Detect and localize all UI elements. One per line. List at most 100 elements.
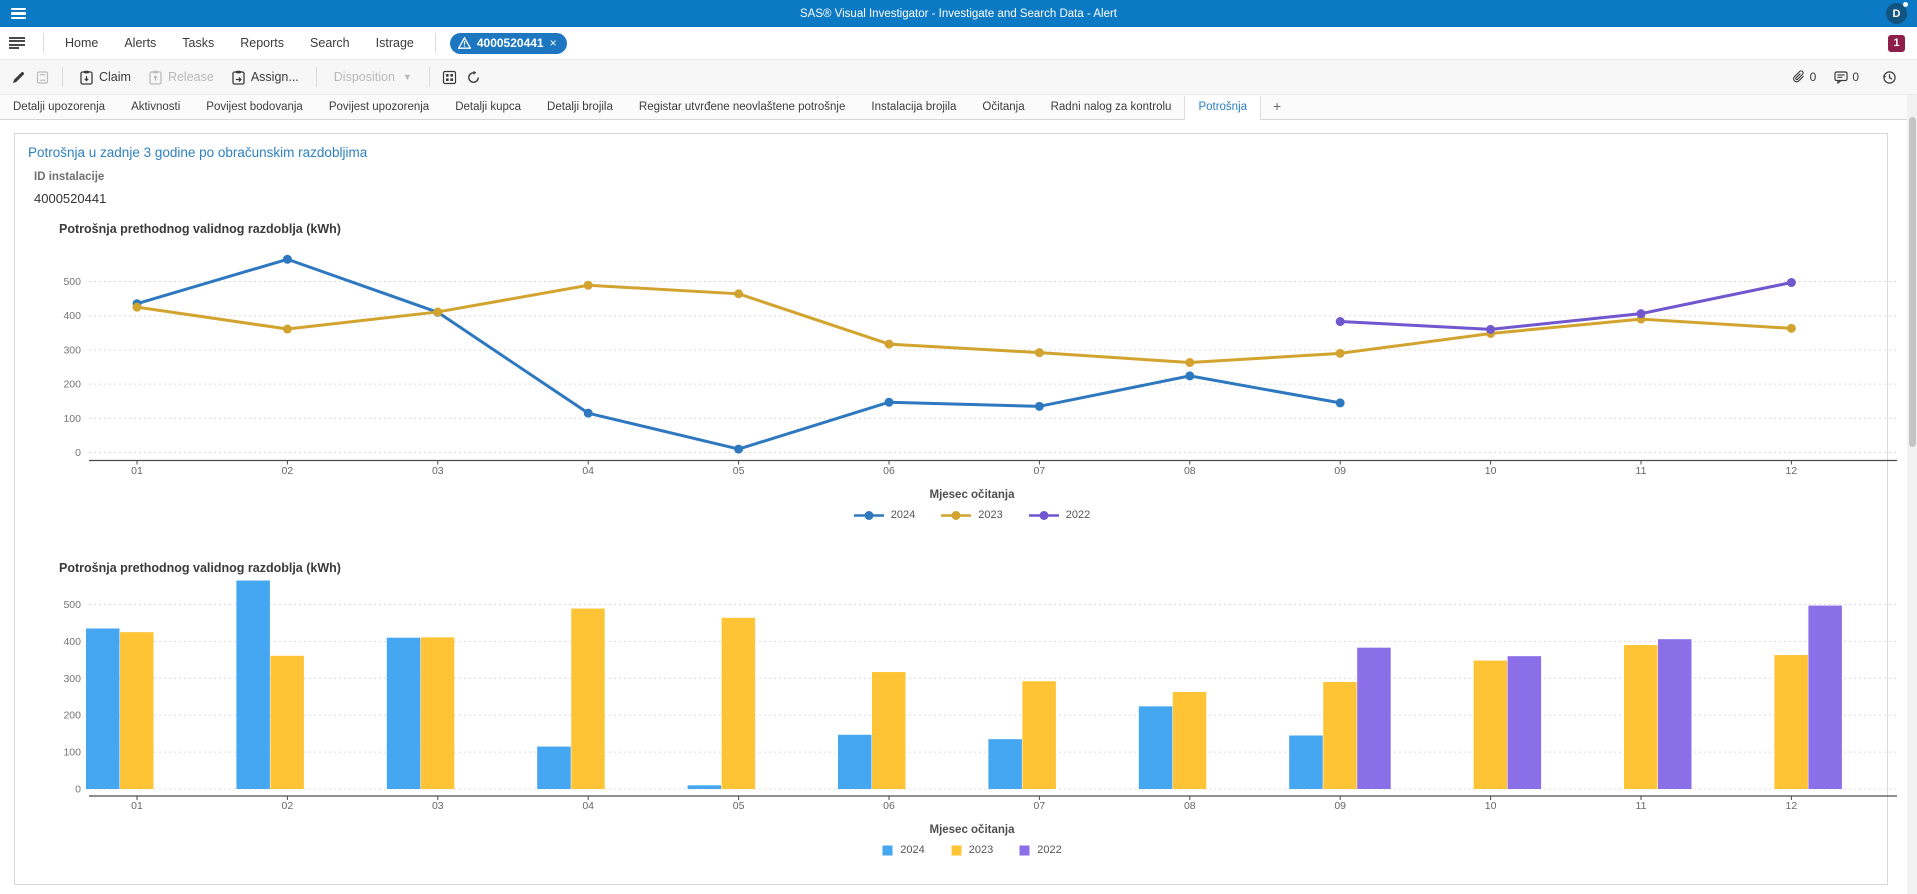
alert-tab-close-icon[interactable]: × xyxy=(550,37,557,49)
line-chart: 0100200300400500010203040506070809101112 xyxy=(41,238,1903,487)
alert-toolbar: Claim Release Assign... Disposition ▼ 0 xyxy=(0,60,1917,95)
legend-item-2022[interactable]: 2022 xyxy=(1019,844,1061,856)
nav-item-reports[interactable]: Reports xyxy=(227,36,297,50)
divider xyxy=(43,33,44,53)
svg-text:02: 02 xyxy=(282,465,294,477)
svg-text:02: 02 xyxy=(282,800,294,812)
release-label: Release xyxy=(168,70,214,84)
consumption-panel: Potrošnja u zadnje 3 godine po obračunsk… xyxy=(14,133,1888,885)
nav-item-istrage[interactable]: Istrage xyxy=(363,36,427,50)
svg-text:300: 300 xyxy=(63,673,81,685)
legend-label: 2023 xyxy=(969,844,993,856)
nav-item-tasks[interactable]: Tasks xyxy=(169,36,227,50)
tab-aktivnosti[interactable]: Aktivnosti xyxy=(118,96,193,119)
legend-item-2023[interactable]: 2023 xyxy=(941,509,1002,521)
assign-button[interactable]: Assign... xyxy=(223,70,308,85)
add-tab-button[interactable]: + xyxy=(1261,95,1293,119)
svg-text:10: 10 xyxy=(1485,465,1497,477)
notification-badge[interactable]: 1 xyxy=(1888,35,1905,52)
nav-item-alerts[interactable]: Alerts xyxy=(111,36,169,50)
nav-list-icon[interactable] xyxy=(9,37,25,49)
save-icon xyxy=(30,65,54,89)
avatar-status-dot xyxy=(1903,2,1908,7)
tab-instalacija-brojila[interactable]: Instalacija brojila xyxy=(858,96,969,119)
scrollbar-thumb[interactable] xyxy=(1909,117,1916,447)
legend-swatch xyxy=(1019,845,1030,856)
svg-text:500: 500 xyxy=(63,599,81,611)
attachment-icon xyxy=(1792,70,1806,84)
tab-radni-nalog-za-kontrolu[interactable]: Radni nalog za kontrolu xyxy=(1038,96,1185,119)
line-chart-legend: 2024 2023 2022 xyxy=(41,509,1903,521)
divider xyxy=(62,67,63,87)
tab-registar-utvr-ene-neovla-tene-potro-nje[interactable]: Registar utvrđene neovlaštene potrošnje xyxy=(626,96,859,119)
svg-text:08: 08 xyxy=(1184,800,1196,812)
refresh-icon[interactable] xyxy=(462,65,486,89)
tab-o-itanja[interactable]: Očitanja xyxy=(969,96,1037,119)
svg-text:09: 09 xyxy=(1334,465,1346,477)
nav-item-home[interactable]: Home xyxy=(52,36,111,50)
svg-text:400: 400 xyxy=(63,636,81,648)
svg-text:11: 11 xyxy=(1636,800,1647,812)
svg-text:07: 07 xyxy=(1034,465,1046,477)
assign-label: Assign... xyxy=(251,70,299,84)
svg-text:100: 100 xyxy=(63,747,81,759)
legend-item-2024[interactable]: 2024 xyxy=(854,509,915,521)
legend-item-2022[interactable]: 2022 xyxy=(1029,509,1090,521)
legend-swatch xyxy=(1029,510,1059,521)
svg-text:300: 300 xyxy=(63,344,81,356)
line-chart-title: Potrošnja prethodnog validnog razdoblja … xyxy=(59,222,1903,238)
bar-chart-title: Potrošnja prethodnog validnog razdoblja … xyxy=(59,561,1903,577)
svg-text:200: 200 xyxy=(63,710,81,722)
divider xyxy=(429,67,430,87)
svg-text:12: 12 xyxy=(1786,465,1798,477)
app-topbar: SAS® Visual Investigator - Investigate a… xyxy=(0,0,1917,27)
svg-text:06: 06 xyxy=(883,800,895,812)
comments-icon xyxy=(1834,71,1848,84)
chevron-down-icon: ▼ xyxy=(403,72,412,82)
installation-id-label: ID instalacije xyxy=(34,171,104,183)
tab-detalji-upozorenja[interactable]: Detalji upozorenja xyxy=(0,96,118,119)
bar-chart-block: Potrošnja prethodnog validnog razdoblja … xyxy=(41,561,1903,856)
svg-text:04: 04 xyxy=(582,800,594,812)
attachments-button[interactable]: 0 xyxy=(1792,70,1817,84)
legend-swatch xyxy=(951,845,962,856)
vertical-scrollbar xyxy=(1907,95,1917,894)
alert-tab-pill[interactable]: 4000520441 × xyxy=(450,33,567,54)
svg-text:06: 06 xyxy=(883,465,895,477)
history-icon[interactable] xyxy=(1877,65,1901,89)
claim-label: Claim xyxy=(99,70,131,84)
installation-id-value: 4000520441 xyxy=(34,191,106,206)
bar-chart-xlabel: Mjesec očitanja xyxy=(41,824,1903,838)
comments-button[interactable]: 0 xyxy=(1834,70,1859,84)
svg-text:03: 03 xyxy=(432,800,444,812)
tab-detalji-kupca[interactable]: Detalji kupca xyxy=(442,96,534,119)
assign-icon xyxy=(232,70,245,85)
tab-potro-nja[interactable]: Potrošnja xyxy=(1184,96,1261,120)
release-icon xyxy=(149,70,162,85)
tab-povijest-bodovanja[interactable]: Povijest bodovanja xyxy=(193,96,316,119)
svg-text:01: 01 xyxy=(131,800,143,812)
claim-button[interactable]: Claim xyxy=(71,70,140,85)
entity-tabstrip: Detalji upozorenjaAktivnostiPovijest bod… xyxy=(0,95,1917,120)
user-avatar[interactable]: D xyxy=(1886,3,1907,24)
svg-text:0: 0 xyxy=(75,784,81,796)
alert-id-label: 4000520441 xyxy=(477,36,544,50)
tab-povijest-upozorenja[interactable]: Povijest upozorenja xyxy=(316,96,442,119)
edit-icon[interactable] xyxy=(6,65,30,89)
legend-swatch xyxy=(882,845,893,856)
svg-text:100: 100 xyxy=(63,413,81,425)
divider xyxy=(435,33,436,53)
svg-text:05: 05 xyxy=(733,465,745,477)
alert-warning-icon xyxy=(458,37,471,49)
legend-item-2023[interactable]: 2023 xyxy=(951,844,993,856)
tab-detalji-brojila[interactable]: Detalji brojila xyxy=(534,96,626,119)
legend-swatch xyxy=(941,510,971,521)
main-navbar: HomeAlertsTasksReportsSearchIstrage 4000… xyxy=(0,27,1917,60)
related-items-icon[interactable] xyxy=(438,65,462,89)
legend-item-2024[interactable]: 2024 xyxy=(882,844,924,856)
nav-item-search[interactable]: Search xyxy=(297,36,363,50)
svg-text:12: 12 xyxy=(1786,800,1798,812)
app-title: SAS® Visual Investigator - Investigate a… xyxy=(0,8,1917,20)
svg-text:400: 400 xyxy=(63,310,81,322)
legend-label: 2022 xyxy=(1066,509,1090,521)
